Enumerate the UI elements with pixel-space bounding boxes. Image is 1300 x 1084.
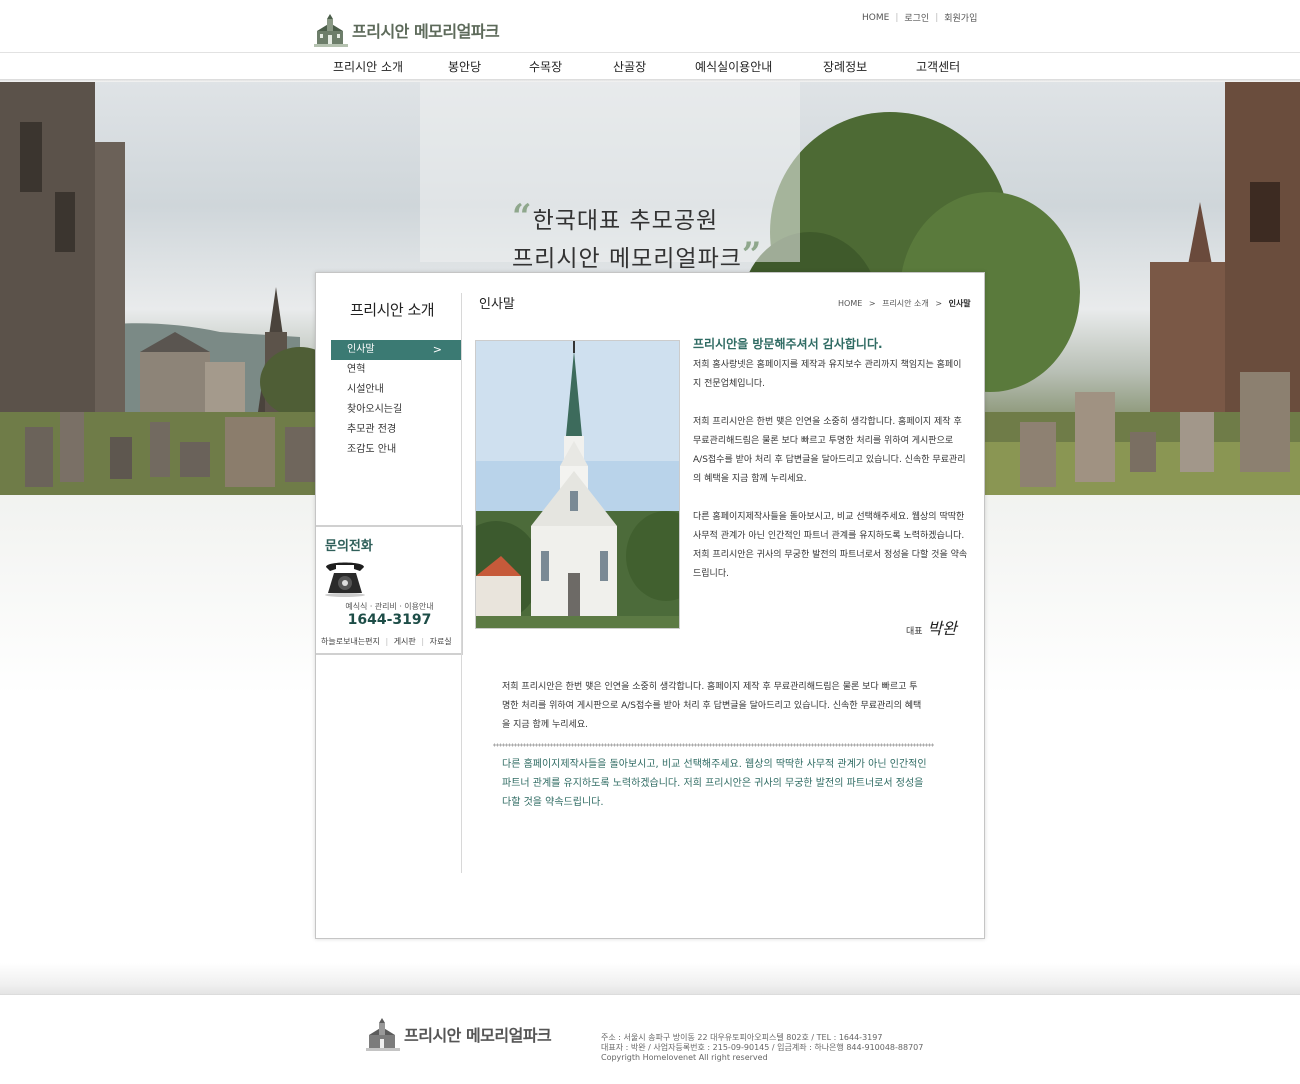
greeting-section: 프리시안을 방문해주셔서 감사합니다. 저희 홈사랑넷은 홈페이지를 제작과 유…	[693, 335, 968, 603]
footer-copyright: Copyrigth Homelovenet All right reserved	[601, 1053, 768, 1062]
contact-links: 하늘로보내는편지 | 게시판 | 자료실	[321, 636, 452, 647]
sidebar-title: 프리시안 소개	[350, 301, 435, 319]
lower-highlight-paragraph: 다른 홈페이지제작사들을 돌아보시고, 비교 선택해주세요. 웹상의 딱딱한 사…	[502, 759, 927, 808]
divider: |	[385, 637, 389, 646]
greeting-paragraph: 저희 홈사랑넷은 홈페이지를 제작과 유지보수 관리까지 책임지는 홈페이지 전…	[693, 360, 962, 389]
breadcrumb-separator: >	[935, 299, 943, 308]
footer-band	[0, 963, 1300, 995]
link-board[interactable]: 게시판	[394, 637, 416, 646]
footer-address: 주소 : 서울시 송파구 방이동 22 대우유토피아오피스텔 802호 / TE…	[601, 1033, 883, 1042]
breadcrumb: HOME > 프리시안 소개 > 인사말	[838, 298, 971, 309]
sidebar-divider	[461, 293, 462, 873]
breadcrumb-current: 인사말	[948, 299, 971, 308]
church-image	[476, 341, 679, 628]
dotted-divider	[493, 743, 934, 747]
sidebar-item-facilities[interactable]: 시설안내	[331, 380, 462, 400]
hero-quote: “한국대표 추모공원 프리시안 메모리얼파크”	[512, 200, 762, 276]
signature-name: 박완	[927, 619, 957, 638]
top-link-join[interactable]: 회원가입	[944, 11, 977, 24]
nav-item-customer-center[interactable]: 고객센터	[916, 58, 960, 75]
open-quote-icon: “	[512, 197, 533, 237]
breadcrumb-separator: >	[868, 299, 876, 308]
close-quote-icon: ”	[741, 235, 763, 275]
divider: |	[895, 12, 899, 23]
divider: |	[935, 12, 939, 23]
lower-highlight: 다른 홈페이지제작사들을 돌아보시고, 비교 선택해주세요. 웹상의 딱딱한 사…	[502, 755, 932, 812]
page: 프리시안 메모리얼파크 HOME | 로그인 | 회원가입 프리시안 소개 봉안…	[0, 0, 1300, 1084]
nav-item-intro[interactable]: 프리시안 소개	[333, 58, 403, 75]
footer-info: 주소 : 서울시 송파구 방이동 22 대우유토피아오피스텔 802호 / TE…	[601, 1033, 923, 1063]
nav-item-sangoljang[interactable]: 산골장	[613, 58, 646, 75]
nav-item-ceremony[interactable]: 예식실이용안내	[695, 58, 772, 75]
nav-item-funeral-info[interactable]: 장례정보	[823, 58, 867, 75]
greeting-paragraph: 저희 프리시안은 한번 맺은 인연을 소중히 생각합니다. 홈페이지 제작 후 …	[693, 417, 966, 484]
footer-logo-text: 프리시안 메모리얼파크	[404, 1026, 552, 1045]
greeting-title: 프리시안을 방문해주셔서 감사합니다.	[693, 337, 883, 351]
contact-phone-number: 1644-3197	[347, 612, 432, 628]
top-links: HOME | 로그인 | 회원가입	[862, 11, 977, 25]
contact-title: 문의전화	[325, 539, 373, 554]
site-logo[interactable]: 프리시안 메모리얼파크	[314, 12, 500, 48]
sidebar-item-label: 추모관 전경	[347, 424, 397, 435]
church-photo	[475, 340, 680, 629]
logo-text: 프리시안 메모리얼파크	[352, 22, 500, 41]
telephone-icon	[325, 562, 365, 597]
sidebar-item-label: 시설안내	[347, 384, 384, 395]
breadcrumb-intro[interactable]: 프리시안 소개	[882, 299, 929, 308]
link-letter-to-heaven[interactable]: 하늘로보내는편지	[321, 637, 380, 646]
contact-panel: 문의전화 예식식ㆍ관리비ㆍ이용안내 1644-3197 하늘로보내는편지 | 게…	[316, 525, 463, 655]
sidebar-item-memorial-view[interactable]: 추모관 전경	[331, 420, 462, 440]
top-link-login[interactable]: 로그인	[904, 11, 929, 24]
link-archive[interactable]: 자료실	[430, 637, 452, 646]
sidebar-item-birdseye[interactable]: 조감도 안내	[331, 440, 462, 460]
hero-quote-line1: 한국대표 추모공원	[532, 208, 719, 234]
chapel-logo-icon	[366, 1018, 400, 1051]
sidebar-menu: 인사말 > 연혁 시설안내 찾아오시는길 추모관 전경 조감도 안내	[331, 340, 462, 460]
hero-quote-line2: 프리시안 메모리얼파크	[512, 246, 742, 272]
lower-paragraph: 저희 프리시안은 한번 맺은 인연을 소중히 생각합니다. 홈페이지 제작 후 …	[502, 682, 922, 730]
site-header: 프리시안 메모리얼파크 HOME | 로그인 | 회원가입 프리시안 소개 봉안…	[0, 0, 1300, 83]
sidebar-item-greeting[interactable]: 인사말 >	[331, 340, 462, 360]
contact-subtitle: 예식식ㆍ관리비ㆍ이용안내	[345, 602, 434, 611]
divider: |	[421, 637, 425, 646]
main-nav: 프리시안 소개 봉안당 수목장 산골장 예식실이용안내 장례정보 고객센터	[0, 58, 1300, 78]
sidebar-item-label: 찾아오시는길	[347, 404, 403, 415]
header-divider	[0, 52, 1300, 53]
top-link-home[interactable]: HOME	[862, 13, 889, 23]
greeting-paragraph: 다른 홈페이지제작사들을 돌아보시고, 비교 선택해주세요. 웹상의 딱딱한 사…	[693, 512, 968, 579]
breadcrumb-home[interactable]: HOME	[838, 299, 862, 308]
signature-label: 대표	[906, 627, 923, 637]
chevron-right-icon: >	[432, 343, 442, 356]
sidebar-item-directions[interactable]: 찾아오시는길	[331, 400, 462, 420]
content-box: 프리시안 소개 인사말 > 연혁 시설안내 찾아오시는길 추모관 전경 조감도 …	[315, 272, 985, 939]
sidebar-item-label: 인사말	[347, 344, 375, 355]
nav-item-bongandang[interactable]: 봉안당	[448, 58, 481, 75]
page-title: 인사말	[479, 297, 515, 312]
signature: 대표 박완	[906, 615, 957, 639]
nav-item-sumokjang[interactable]: 수목장	[529, 58, 562, 75]
sidebar-item-history[interactable]: 연혁	[331, 360, 462, 380]
sidebar-item-label: 조감도 안내	[347, 444, 397, 455]
lower-text: 저희 프리시안은 한번 맺은 인연을 소중히 생각합니다. 홈페이지 제작 후 …	[502, 678, 922, 735]
sidebar-item-label: 연혁	[347, 364, 366, 375]
footer-business: 대표자 : 박완 / 사업자등록번호 : 215-09-90145 / 입금계좌…	[601, 1043, 924, 1052]
chapel-logo-icon	[314, 14, 348, 47]
footer-logo[interactable]: 프리시안 메모리얼파크	[366, 1017, 552, 1051]
